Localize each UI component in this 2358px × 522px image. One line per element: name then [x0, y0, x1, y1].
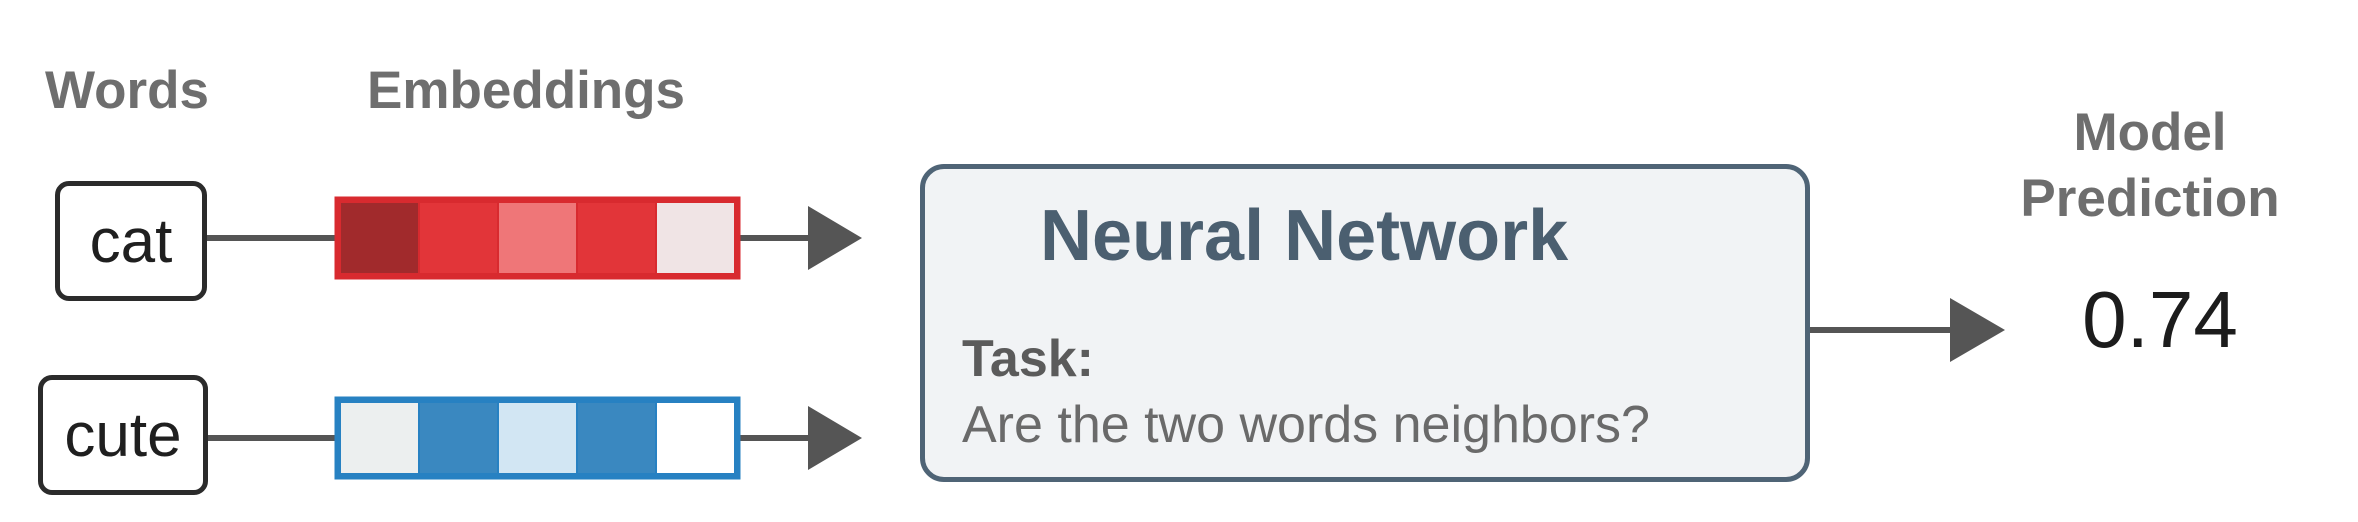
task-description: Are the two words neighbors? — [962, 396, 1650, 454]
embedding-vector-cat — [334, 196, 741, 280]
cat-embedding-arrowhead — [808, 206, 862, 270]
network-output-arrowhead — [1950, 298, 2005, 362]
cute-embedding-cell — [655, 401, 736, 475]
cat-embedding-cell — [655, 201, 736, 275]
cat-embedding-cell — [497, 201, 578, 275]
cute-embedding-arrowhead — [808, 406, 862, 470]
cute-embedding-cell — [576, 401, 657, 475]
task-label: Task: — [962, 330, 1094, 388]
prediction-value: 0.74 — [2082, 275, 2238, 364]
cute-embedding-cell — [497, 401, 578, 475]
cat-embedding-cell — [576, 201, 657, 275]
cute-embedding-cell — [418, 401, 499, 475]
cat-embedding-cell — [418, 201, 499, 275]
neural-network-box: Neural Network Task: Are the two words n… — [920, 164, 1810, 482]
cute-embedding-cell — [339, 401, 420, 475]
embedding-vector-cute — [334, 396, 741, 480]
cat-embedding-cell — [339, 201, 420, 275]
neural-network-title: Neural Network — [1040, 196, 1569, 276]
